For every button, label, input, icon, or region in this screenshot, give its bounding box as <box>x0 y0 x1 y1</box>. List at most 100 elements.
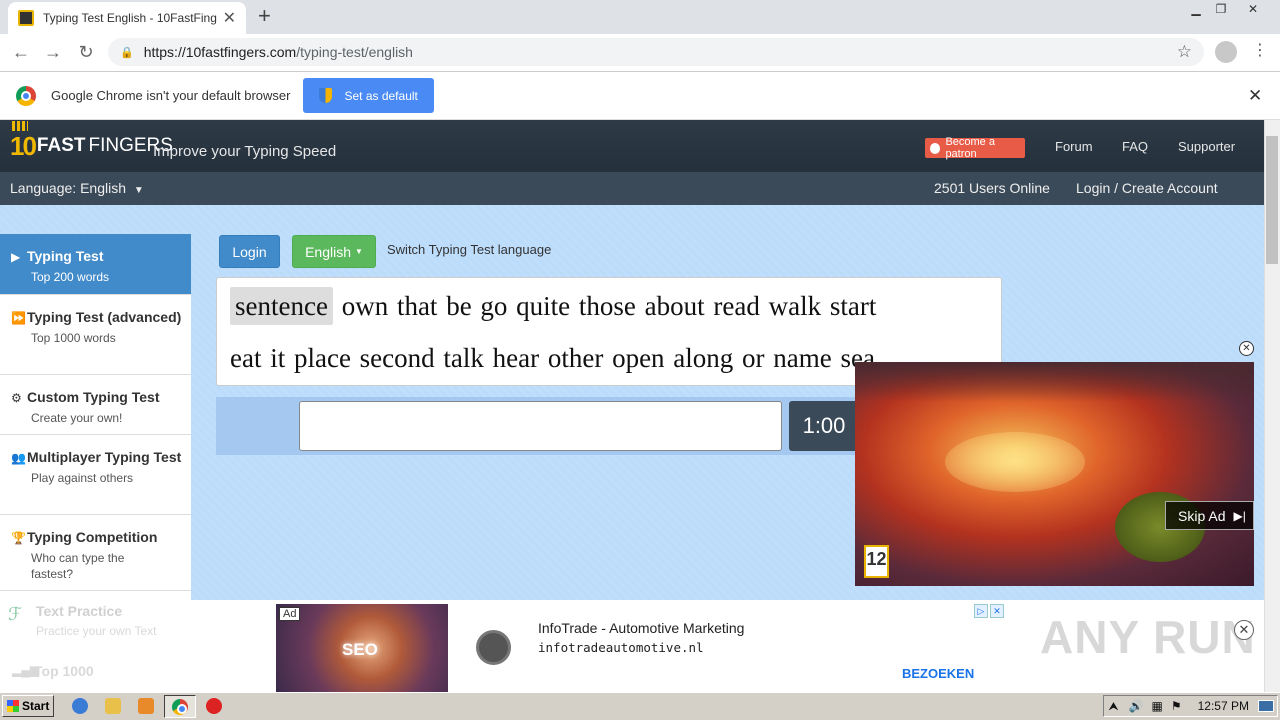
taskbar-chrome-button[interactable] <box>164 695 196 718</box>
site-subheader <box>0 172 1264 205</box>
gears-icon: ⚙ <box>11 391 22 405</box>
infobar-close-icon[interactable]: ✕ <box>1248 86 1262 106</box>
sidebar-item-title: Typing Competition <box>27 529 158 545</box>
login-create-account-link[interactable]: Login / Create Account <box>1076 180 1218 196</box>
folder-icon[interactable] <box>105 698 121 714</box>
windows-logo-icon <box>7 700 19 712</box>
address-bar[interactable]: 🔒 https://10fastfingers.com/typing-test/… <box>108 38 1204 66</box>
flag-icon[interactable]: ⚑ <box>1171 699 1182 713</box>
sidebar-item-custom-typing-test[interactable]: ⚙ Custom Typing Test Create your own! <box>0 375 191 435</box>
restore-icon[interactable]: ❐ <box>1208 0 1234 18</box>
faded-item-subtitle: Practice your own Text <box>36 624 157 638</box>
ad-visit-button[interactable]: BEZOEKEN <box>902 666 974 681</box>
shield-icon <box>319 88 333 103</box>
sidebar-item-typing-test[interactable]: ▶ Typing Test Top 200 words <box>0 234 191 295</box>
chevron-down-icon: ▼ <box>133 185 144 196</box>
word-line-2: eat it place second talk hear other open… <box>230 343 875 373</box>
window-close-icon[interactable]: ✕ <box>1240 0 1266 18</box>
chrome-menu-icon[interactable]: ⋮ <box>1252 40 1268 60</box>
skip-ad-button[interactable]: Skip Ad ▶| <box>1165 501 1254 530</box>
site-tagline: Improve your Typing Speed <box>153 143 337 160</box>
patron-label: Become a patron <box>945 136 995 160</box>
typing-input[interactable] <box>299 401 782 451</box>
set-as-default-button[interactable]: Set as default <box>303 78 434 113</box>
volume-icon[interactable]: 🔊 <box>1129 699 1144 713</box>
sidebar-item-subtitle: Top 1000 words <box>31 331 116 345</box>
bookmark-star-icon[interactable]: ☆ <box>1177 42 1192 62</box>
language-dropdown[interactable]: Language: English ▼ <box>10 180 144 196</box>
upcoming-words: own that be go quite those about read wa… <box>341 291 877 321</box>
nav-faq[interactable]: FAQ <box>1122 139 1148 154</box>
start-label: Start <box>22 699 50 713</box>
sidebar-item-subtitle: Create your own! <box>31 411 123 425</box>
default-browser-infobar: Google Chrome isn't your default browser… <box>0 72 1280 120</box>
browser-tab[interactable]: Typing Test English - 10FastFingers ✕ <box>8 2 246 34</box>
video-frame-glow <box>945 432 1085 492</box>
video-ad-player[interactable] <box>855 362 1254 586</box>
nav-supporter[interactable]: Supporter <box>1178 139 1235 154</box>
word-line-1: sentence own that be go quite those abou… <box>230 287 877 325</box>
sidebar-item-multiplayer[interactable]: 👥Multiplayer Typing Test Play against ot… <box>0 435 191 515</box>
bottom-ad-close-icon[interactable]: ✕ <box>1234 620 1254 640</box>
new-tab-button[interactable]: + <box>258 5 271 27</box>
login-button[interactable]: Login <box>219 235 280 268</box>
faded-item-title: Top 1000 <box>34 663 94 679</box>
back-arrow-icon[interactable]: ← <box>10 42 32 63</box>
ad-close-icon[interactable]: ✕ <box>990 604 1004 618</box>
chrome-logo-icon <box>16 85 36 106</box>
nav-forum[interactable]: Forum <box>1055 139 1093 154</box>
current-word: sentence <box>230 287 333 325</box>
profile-avatar[interactable] <box>1215 41 1237 63</box>
ad-title[interactable]: InfoTrade - Automotive Marketing <box>538 620 744 636</box>
sidebar-item-typing-competition[interactable]: 🏆Typing Competition Who can type the fas… <box>0 515 191 591</box>
ad-badge: Ad <box>279 607 301 621</box>
minimize-icon[interactable]: ▁ <box>1183 0 1209 18</box>
reload-icon[interactable]: ↻ <box>75 42 97 63</box>
sidebar-item-title: Typing Test <box>27 248 104 264</box>
switch-language-label: Switch Typing Test language <box>387 242 552 257</box>
sidebar-item-subtitle: Top 200 words <box>31 270 110 284</box>
fast-forward-icon: ⏩ <box>11 311 26 325</box>
patreon-icon <box>930 142 941 154</box>
tab-close-icon[interactable]: ✕ <box>223 8 236 28</box>
play-icon: ▶ <box>11 250 21 264</box>
chrome-taskbar-icon <box>172 699 188 715</box>
ad-url[interactable]: infotradeautomotive.nl <box>538 640 704 655</box>
sidebar-item-title: Typing Test (advanced) <box>27 309 182 325</box>
faded-item-title: Text Practice <box>36 603 123 619</box>
age-rating-badge: 12 <box>864 545 889 578</box>
video-frame-shade <box>855 362 1254 402</box>
ad-choices[interactable]: ▷ ✕ <box>974 604 1004 618</box>
scrollbar-thumb[interactable] <box>1266 136 1278 264</box>
clock: 12:57 PM <box>1197 699 1249 713</box>
become-patron-button[interactable]: Become a patron <box>925 136 1025 160</box>
sidebar-item-subtitle: Play against others <box>31 471 134 485</box>
test-language-dropdown[interactable]: English ▼ <box>292 235 376 268</box>
video-ad-close-icon[interactable]: ✕ <box>1239 341 1254 356</box>
ie-icon[interactable] <box>72 698 88 714</box>
globe-icon <box>476 630 511 665</box>
infobar-message: Google Chrome isn't your default browser <box>51 88 291 103</box>
faded-sidebar-items: ℱ Text Practice Practice your own Text ▂… <box>0 600 191 692</box>
start-button[interactable]: Start <box>2 695 54 717</box>
ad-image[interactable]: SEO <box>276 604 448 692</box>
url-domain: https://10fastfingers.com <box>143 44 297 60</box>
security-app-icon[interactable] <box>206 698 222 714</box>
sidebar: ▶ Typing Test Top 200 words ⏩Typing Test … <box>0 234 191 600</box>
site-logo[interactable]: 10 FAST FINGERS <box>10 120 173 166</box>
logo-fast: FAST <box>36 135 86 156</box>
logo-number: 10 <box>10 120 37 161</box>
language-label: Language: English <box>10 180 126 196</box>
forward-arrow-icon[interactable]: → <box>42 42 64 63</box>
adchoices-icon[interactable]: ▷ <box>974 604 988 618</box>
ad-image-text: SEO <box>342 640 378 659</box>
show-desktop-icon[interactable] <box>1258 700 1274 712</box>
caret-down-icon: ▼ <box>355 247 363 256</box>
network-icon[interactable]: ▦ <box>1152 699 1163 713</box>
tray-arrow-icon[interactable]: ⮝ <box>1108 699 1118 714</box>
test-language-label: English <box>305 243 351 260</box>
countdown-timer: 1:00 <box>789 401 859 451</box>
sidebar-item-typing-test-advanced[interactable]: ⏩Typing Test (advanced) Top 1000 words <box>0 295 191 375</box>
users-icon: 👥 <box>11 451 26 465</box>
media-player-icon[interactable] <box>138 698 154 714</box>
